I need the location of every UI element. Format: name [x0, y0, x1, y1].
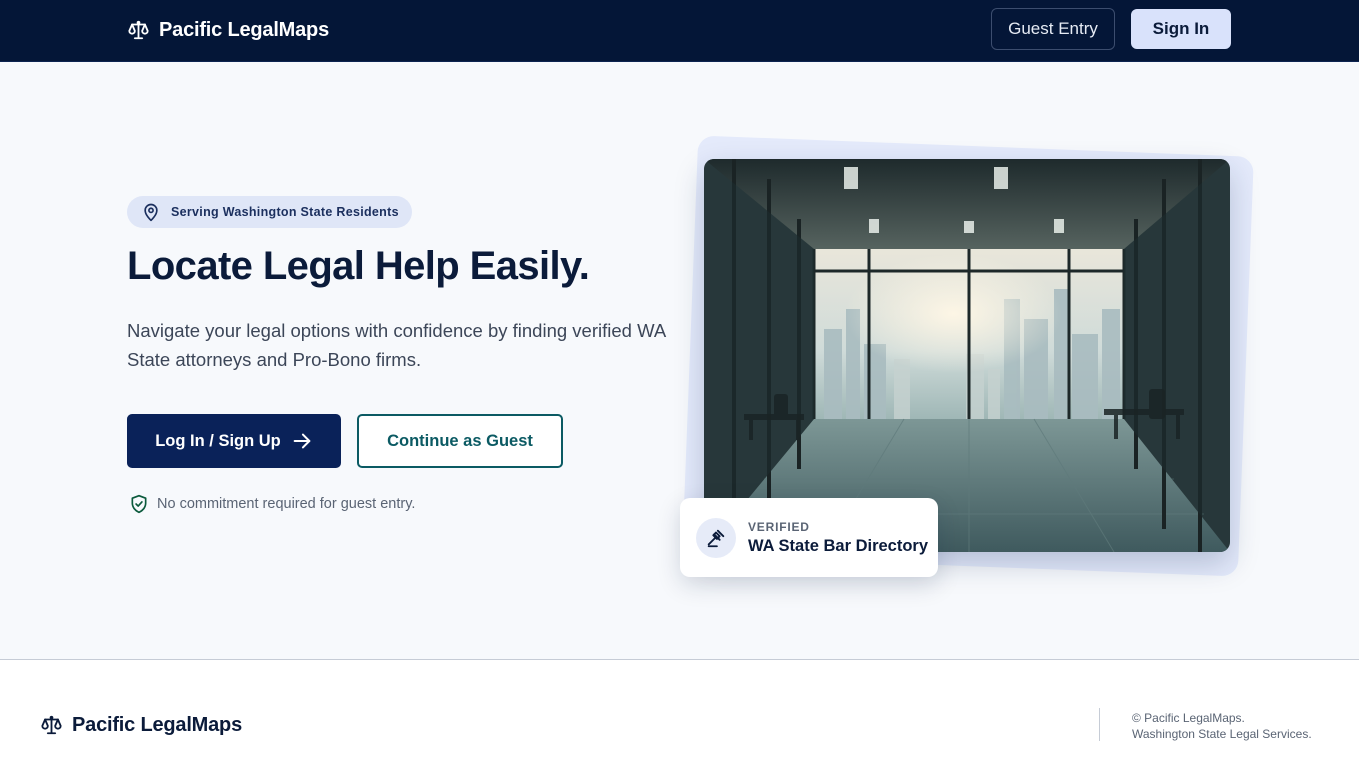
- arrow-right-icon: [291, 430, 313, 452]
- verified-kicker: VERIFIED: [748, 519, 810, 534]
- verified-card-text: VERIFIED WA State Bar Directory: [748, 520, 928, 556]
- footer-divider: [1099, 708, 1100, 741]
- login-signup-label: Log In / Sign Up: [155, 431, 281, 450]
- hero-description: Navigate your legal options with confide…: [127, 320, 666, 370]
- guest-entry-button[interactable]: Guest Entry: [991, 8, 1115, 50]
- scale-icon: [127, 19, 150, 41]
- gavel-icon: [696, 517, 736, 558]
- guest-note: No commitment required for guest entry.: [129, 494, 415, 514]
- location-badge: Serving Washington State Residents: [127, 196, 412, 228]
- footer-brand-logo[interactable]: Pacific LegalMaps: [40, 712, 242, 738]
- copyright-line-2: Washington State Legal Services.: [1132, 727, 1312, 741]
- map-pin-icon: [141, 202, 161, 222]
- office-photo: [704, 159, 1230, 552]
- page-title: Locate Legal Help Easily.: [127, 244, 590, 288]
- sign-in-button[interactable]: Sign In: [1131, 9, 1231, 49]
- copyright-line-1: © Pacific LegalMaps.: [1132, 711, 1245, 725]
- continue-as-guest-button[interactable]: Continue as Guest: [357, 414, 563, 468]
- top-navbar: Pacific LegalMaps Guest Entry Sign In: [0, 0, 1359, 62]
- brand-logo[interactable]: Pacific LegalMaps: [127, 17, 329, 43]
- footer-brand-name: Pacific LegalMaps: [72, 713, 242, 736]
- login-signup-button[interactable]: Log In / Sign Up: [127, 414, 341, 468]
- shield-check-icon: [129, 494, 149, 514]
- footer-copyright: © Pacific LegalMaps. Washington State Le…: [1132, 710, 1342, 742]
- guest-note-text: No commitment required for guest entry.: [157, 496, 416, 512]
- brand-name: Pacific LegalMaps: [159, 18, 329, 41]
- badge-label: Serving Washington State Residents: [171, 205, 399, 219]
- scale-icon: [40, 714, 63, 736]
- verified-directory-card: VERIFIED WA State Bar Directory: [680, 498, 938, 577]
- verified-title: WA State Bar Directory: [748, 536, 929, 555]
- footer: Pacific LegalMaps © Pacific LegalMaps. W…: [0, 659, 1359, 784]
